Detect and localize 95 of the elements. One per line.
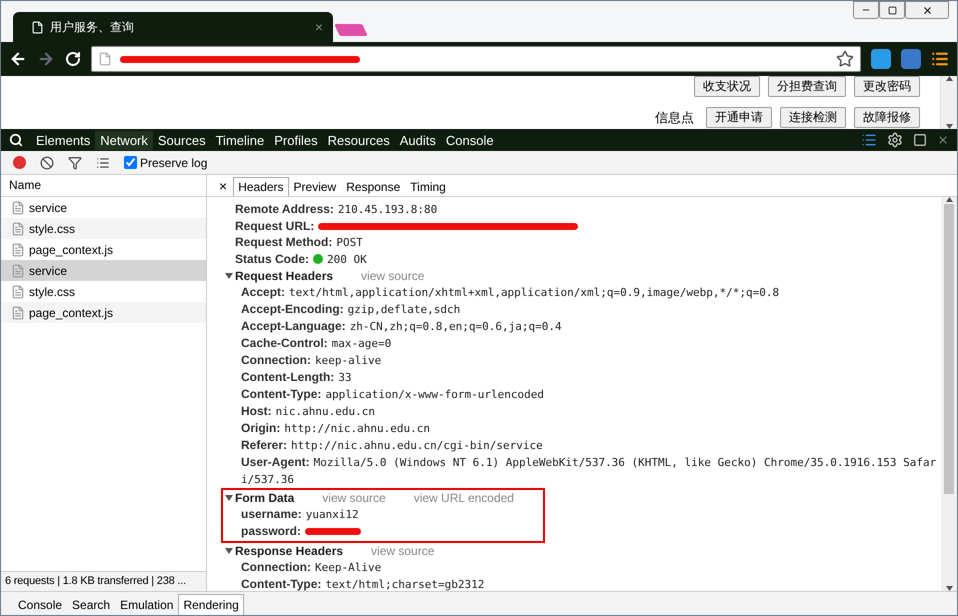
drawer-tab[interactable]: Search — [67, 594, 116, 615]
field-name: Request Method: — [235, 235, 332, 249]
back-icon[interactable] — [9, 50, 27, 68]
record-button[interactable] — [13, 156, 26, 169]
request-row[interactable]: page_context.js — [1, 302, 206, 323]
drawer-tab[interactable]: Rendering — [178, 594, 244, 615]
header-line: User-Agent: Mozilla/5.0 (Windows NT 6.1) AppleWebKit/537.36 (KHTML, like Gecko) Chrome/35.0.1916.153 Safari/537.36 — [240, 454, 938, 488]
scrollbar[interactable] — [940, 76, 957, 129]
field-value: 210.45.193.8:80 — [338, 203, 438, 216]
view-link[interactable]: view URL encoded — [414, 490, 514, 506]
devtools-tab[interactable]: Resources — [322, 130, 395, 150]
dock-icon[interactable] — [913, 133, 927, 147]
section-title[interactable]: Form Data — [235, 490, 294, 506]
field-name: Status Code: — [235, 252, 310, 266]
page-label: 信息点 — [655, 110, 694, 126]
header-line: Origin: http://nic.ahnu.edu.cn — [240, 420, 432, 437]
address-bar[interactable] — [91, 46, 861, 72]
page-button[interactable]: 开通申请 — [706, 107, 772, 128]
file-icon — [11, 242, 25, 256]
file-icon — [11, 222, 25, 236]
page-icon — [98, 52, 112, 66]
header-line: Content-Type: application/x-www-form-urlencoded — [240, 386, 545, 403]
tab-close-button[interactable]: × — [314, 19, 323, 35]
devtools-tab[interactable]: Profiles — [269, 130, 323, 150]
header-line: username: yuanxi12 — [240, 506, 360, 523]
reload-icon[interactable] — [65, 51, 81, 67]
tab-title: 用户服务、查询 — [50, 18, 135, 36]
header-line: Cache-Control: max-age=0 — [240, 335, 392, 352]
header-line: Accept: text/html,application/xhtml+xml,application/xml;q=0.9,image/webp,*/*;q=0.8 — [240, 284, 780, 301]
header-name: password: — [241, 524, 302, 538]
close-icon — [922, 4, 932, 16]
field-value: 200 OK — [327, 253, 367, 266]
page-button[interactable]: 分担费查询 — [768, 76, 846, 97]
close-button[interactable] — [905, 1, 949, 19]
page-button[interactable]: 收支状况 — [694, 76, 760, 97]
maximize-icon — [888, 6, 896, 14]
page-icon — [31, 20, 44, 34]
request-row[interactable]: style.css — [1, 218, 206, 239]
scrollbar[interactable] — [941, 197, 957, 591]
header-line: Content-Length: 33 — [240, 369, 353, 386]
devtools-tab[interactable]: Timeline — [210, 130, 270, 150]
view-link[interactable]: view source — [371, 543, 434, 559]
view-link[interactable]: view source — [361, 268, 424, 284]
scroll-up-icon[interactable] — [946, 197, 952, 202]
page-button[interactable]: 故障报修 — [854, 107, 920, 128]
settings-icon[interactable] — [887, 132, 903, 148]
devtools-tab[interactable]: Network — [95, 130, 153, 150]
search-icon[interactable] — [9, 133, 23, 147]
disclosure-triangle-icon[interactable] — [225, 272, 233, 280]
header-line: Accept-Encoding: gzip,deflate,sdch — [240, 301, 462, 318]
star-icon[interactable] — [836, 50, 854, 68]
list-icon[interactable] — [96, 156, 110, 170]
field-value: POST — [336, 236, 363, 249]
header-line: Accept-Language: zh-CN,zh;q=0.8,en;q=0.6,ja;q=0.4 — [240, 318, 563, 335]
devtools-tab[interactable]: Console — [440, 130, 499, 150]
field-name: Request URL: — [235, 219, 314, 233]
drawer-tab[interactable]: Console — [13, 594, 68, 615]
filter-icon[interactable] — [68, 156, 82, 170]
header-line: Host: nic.ahnu.edu.cn — [240, 403, 376, 420]
header-line: Connection: keep-alive — [240, 352, 382, 369]
clear-icon[interactable] — [40, 156, 54, 170]
devtools-tab[interactable]: Audits — [394, 130, 441, 150]
header-line: Content-Type: text/html;charset=gb2312 — [240, 576, 486, 591]
drawer-icon[interactable] — [861, 132, 877, 148]
extension-icon[interactable] — [901, 49, 921, 69]
header-line: Connection: Keep-Alive — [240, 559, 382, 576]
close-button[interactable]: × — [213, 178, 234, 196]
disclosure-triangle-icon[interactable] — [225, 494, 233, 502]
page-button[interactable]: 连接检测 — [780, 107, 846, 128]
section-title[interactable]: Response Headers — [235, 543, 344, 559]
section-title[interactable]: Request Headers — [235, 268, 334, 284]
view-link[interactable]: view source — [322, 490, 386, 506]
file-icon — [11, 200, 25, 214]
menu-icon[interactable] — [931, 50, 949, 68]
file-icon — [11, 306, 25, 320]
page-button[interactable]: 更改密码 — [854, 76, 920, 97]
maximize-button[interactable] — [879, 1, 905, 19]
preserve-log-checkbox[interactable] — [124, 156, 137, 169]
browser-tab[interactable]: 用户服务、查询 × — [13, 12, 333, 42]
drawer-tab[interactable]: Emulation — [115, 594, 178, 615]
new-tab-button[interactable] — [334, 24, 368, 36]
disclosure-triangle-icon[interactable] — [225, 547, 233, 555]
file-icon — [11, 284, 25, 298]
extension-icon[interactable] — [871, 49, 891, 69]
devtools-tab[interactable]: Sources — [152, 130, 211, 150]
header-line: Referer: http://nic.ahnu.edu.cn/cgi-bin/service — [240, 437, 544, 454]
field-name: Remote Address: — [235, 202, 334, 216]
close-icon[interactable] — [937, 134, 949, 146]
file-icon — [11, 264, 25, 278]
checkbox-label[interactable]: Preserve log — [140, 156, 208, 170]
devtools-tab[interactable]: Elements — [31, 130, 96, 150]
request-row[interactable]: service — [1, 260, 206, 281]
detail-tab[interactable]: Headers — [233, 177, 289, 196]
forward-icon[interactable] — [37, 50, 55, 68]
status-summary: 6 requests | 1.8 KB transferred | 238 ... — [1, 571, 206, 591]
